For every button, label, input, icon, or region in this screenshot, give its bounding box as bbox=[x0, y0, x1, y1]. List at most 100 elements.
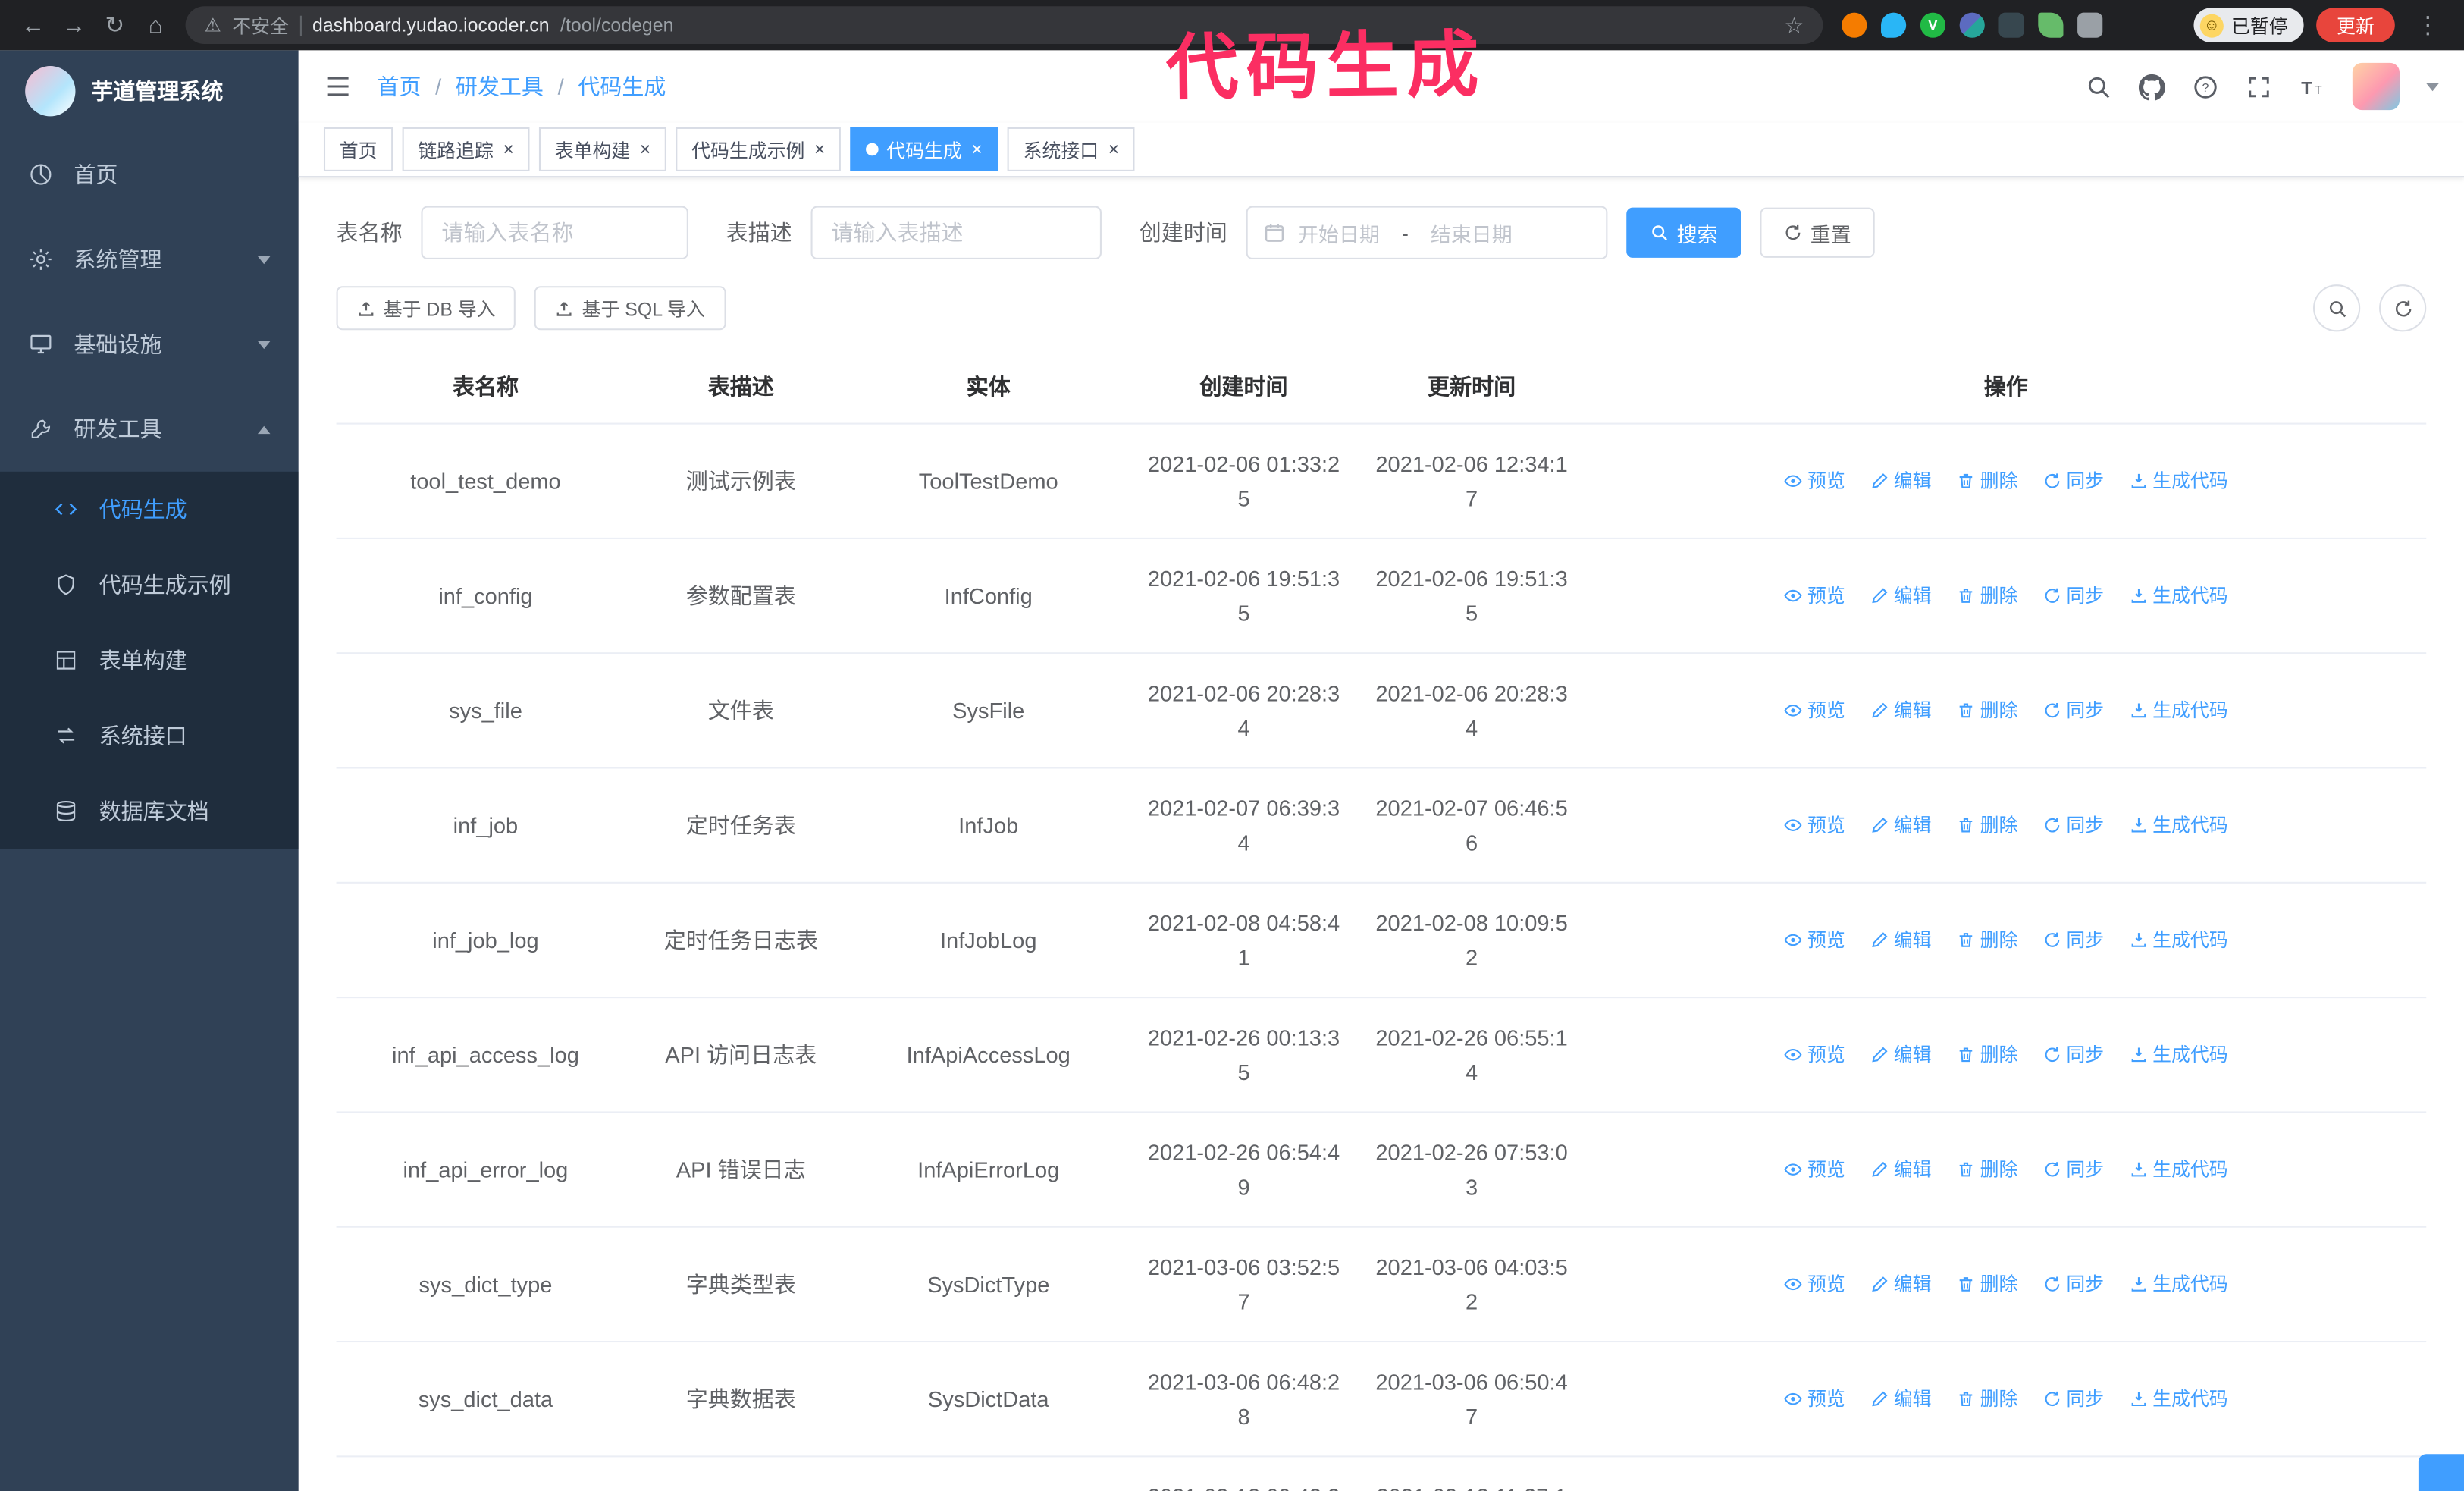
import-db-button[interactable]: 基于 DB 导入 bbox=[336, 286, 516, 331]
delete-link[interactable]: 删除 bbox=[1956, 1381, 2017, 1416]
avatar-caret-icon[interactable] bbox=[2426, 82, 2439, 91]
tag-codegen[interactable]: 代码生成 × bbox=[850, 127, 998, 171]
delete-link[interactable]: 删除 bbox=[1956, 1151, 2017, 1186]
forward-icon[interactable]: → bbox=[53, 5, 94, 46]
home-icon[interactable]: ⌂ bbox=[135, 5, 176, 46]
font-size-icon[interactable]: TT bbox=[2299, 73, 2325, 99]
generate-code-link[interactable]: 生成代码 bbox=[2129, 463, 2228, 498]
table-desc-input[interactable] bbox=[810, 206, 1102, 259]
back-icon[interactable]: ← bbox=[13, 5, 54, 46]
puzzle-extension-icon[interactable] bbox=[2077, 12, 2103, 38]
edit-link[interactable]: 编辑 bbox=[1870, 1267, 1932, 1301]
tag-home[interactable]: 首页 bbox=[323, 127, 393, 171]
sync-link[interactable]: 同步 bbox=[2042, 1151, 2104, 1186]
extension-icon[interactable] bbox=[1998, 12, 2024, 38]
sidebar-subitem-codegen[interactable]: 代码生成 bbox=[0, 472, 299, 547]
sidebar-item-devtools[interactable]: 研发工具 bbox=[0, 387, 299, 472]
sidebar-subitem-system-api[interactable]: 系统接口 bbox=[0, 698, 299, 773]
fullscreen-icon[interactable] bbox=[2246, 73, 2272, 99]
close-icon[interactable]: × bbox=[1108, 140, 1120, 159]
preview-link[interactable]: 预览 bbox=[1784, 1381, 1845, 1416]
sync-link[interactable]: 同步 bbox=[2042, 692, 2104, 727]
hide-search-button[interactable] bbox=[2313, 284, 2361, 332]
sync-link[interactable]: 同步 bbox=[2042, 807, 2104, 842]
table-name-input[interactable] bbox=[421, 206, 688, 259]
close-icon[interactable]: × bbox=[640, 140, 651, 159]
preview-link[interactable]: 预览 bbox=[1784, 807, 1845, 842]
edit-link[interactable]: 编辑 bbox=[1870, 692, 1932, 727]
address-bar[interactable]: ⚠ 不安全 dashboard.yudao.iocoder.cn/tool/co… bbox=[185, 6, 1823, 45]
delete-link[interactable]: 删除 bbox=[1956, 692, 2017, 727]
help-icon[interactable]: ? bbox=[2192, 73, 2218, 99]
delete-link[interactable]: 删除 bbox=[1956, 463, 2017, 498]
edit-link[interactable]: 编辑 bbox=[1870, 922, 1932, 957]
sidebar-subitem-codegen-example[interactable]: 代码生成示例 bbox=[0, 547, 299, 622]
generate-code-link[interactable]: 生成代码 bbox=[2129, 1151, 2228, 1186]
search-icon[interactable] bbox=[2085, 73, 2111, 99]
generate-code-link[interactable]: 生成代码 bbox=[2129, 692, 2228, 727]
edit-link[interactable]: 编辑 bbox=[1870, 1381, 1932, 1416]
generate-code-link[interactable]: 生成代码 bbox=[2129, 1037, 2228, 1072]
extension-icon[interactable] bbox=[1842, 12, 1867, 38]
sidebar-subitem-form-builder[interactable]: 表单构建 bbox=[0, 623, 299, 698]
edit-link[interactable]: 编辑 bbox=[1870, 1151, 1932, 1186]
bookmark-star-icon[interactable]: ☆ bbox=[1784, 12, 1804, 39]
extension-icon[interactable] bbox=[1959, 12, 1985, 38]
generate-code-link[interactable]: 生成代码 bbox=[2129, 807, 2228, 842]
reset-button[interactable]: 重置 bbox=[1760, 207, 1875, 258]
close-icon[interactable]: × bbox=[503, 140, 514, 159]
sidebar-logo[interactable]: 芋道管理系统 bbox=[0, 50, 299, 132]
update-button[interactable]: 更新 bbox=[2316, 8, 2395, 42]
sidebar-item-infrastructure[interactable]: 基础设施 bbox=[0, 302, 299, 387]
edit-link[interactable]: 编辑 bbox=[1870, 807, 1932, 842]
close-icon[interactable]: × bbox=[971, 140, 983, 159]
edit-link[interactable]: 编辑 bbox=[1870, 1037, 1932, 1072]
import-sql-button[interactable]: 基于 SQL 导入 bbox=[534, 286, 726, 331]
preview-link[interactable]: 预览 bbox=[1784, 1151, 1845, 1186]
search-button[interactable]: 搜索 bbox=[1626, 207, 1741, 258]
delete-link[interactable]: 删除 bbox=[1956, 922, 2017, 957]
chrome-menu-icon[interactable]: ⋮ bbox=[2407, 5, 2448, 46]
floating-widget[interactable] bbox=[2418, 1454, 2464, 1491]
extension-icon[interactable]: V bbox=[1920, 12, 1946, 38]
tag-form-builder[interactable]: 表单构建 × bbox=[539, 127, 666, 171]
sidebar-item-system[interactable]: 系统管理 bbox=[0, 217, 299, 302]
tag-codegen-example[interactable]: 代码生成示例 × bbox=[676, 127, 842, 171]
generate-code-link[interactable]: 生成代码 bbox=[2129, 578, 2228, 613]
preview-link[interactable]: 预览 bbox=[1784, 1037, 1845, 1072]
edit-link[interactable]: 编辑 bbox=[1870, 463, 1932, 498]
preview-link[interactable]: 预览 bbox=[1784, 463, 1845, 498]
breadcrumb-devtools[interactable]: 研发工具 bbox=[456, 71, 544, 102]
tag-system-api[interactable]: 系统接口 × bbox=[1007, 127, 1135, 171]
paused-badge[interactable]: ☺ 已暂停 bbox=[2193, 8, 2304, 42]
preview-link[interactable]: 预览 bbox=[1784, 692, 1845, 727]
refresh-table-button[interactable] bbox=[2379, 284, 2427, 332]
delete-link[interactable]: 删除 bbox=[1956, 1267, 2017, 1301]
delete-link[interactable]: 删除 bbox=[1956, 807, 2017, 842]
generate-code-link[interactable]: 生成代码 bbox=[2129, 922, 2228, 957]
preview-link[interactable]: 预览 bbox=[1784, 922, 1845, 957]
sync-link[interactable]: 同步 bbox=[2042, 1381, 2104, 1416]
delete-link[interactable]: 删除 bbox=[1956, 578, 2017, 613]
sync-link[interactable]: 同步 bbox=[2042, 922, 2104, 957]
generate-code-link[interactable]: 生成代码 bbox=[2129, 1267, 2228, 1301]
sync-link[interactable]: 同步 bbox=[2042, 1267, 2104, 1301]
sync-link[interactable]: 同步 bbox=[2042, 1037, 2104, 1072]
sync-link[interactable]: 同步 bbox=[2042, 463, 2104, 498]
github-icon[interactable] bbox=[2138, 73, 2165, 100]
tag-trace[interactable]: 链路追踪 × bbox=[402, 127, 530, 171]
sidebar-collapse-icon[interactable] bbox=[324, 72, 352, 100]
delete-link[interactable]: 删除 bbox=[1956, 1037, 2017, 1072]
sidebar-item-home[interactable]: 首页 bbox=[0, 132, 299, 217]
preview-link[interactable]: 预览 bbox=[1784, 578, 1845, 613]
edit-link[interactable]: 编辑 bbox=[1870, 578, 1932, 613]
preview-link[interactable]: 预览 bbox=[1784, 1267, 1845, 1301]
breadcrumb-home[interactable]: 首页 bbox=[377, 71, 421, 102]
extension-icon[interactable] bbox=[1881, 12, 1907, 38]
close-icon[interactable]: × bbox=[814, 140, 826, 159]
sidebar-subitem-db-doc[interactable]: 数据库文档 bbox=[0, 774, 299, 849]
user-avatar[interactable] bbox=[2352, 62, 2400, 111]
sync-link[interactable]: 同步 bbox=[2042, 578, 2104, 613]
reload-icon[interactable]: ↻ bbox=[94, 5, 135, 46]
generate-code-link[interactable]: 生成代码 bbox=[2129, 1381, 2228, 1416]
